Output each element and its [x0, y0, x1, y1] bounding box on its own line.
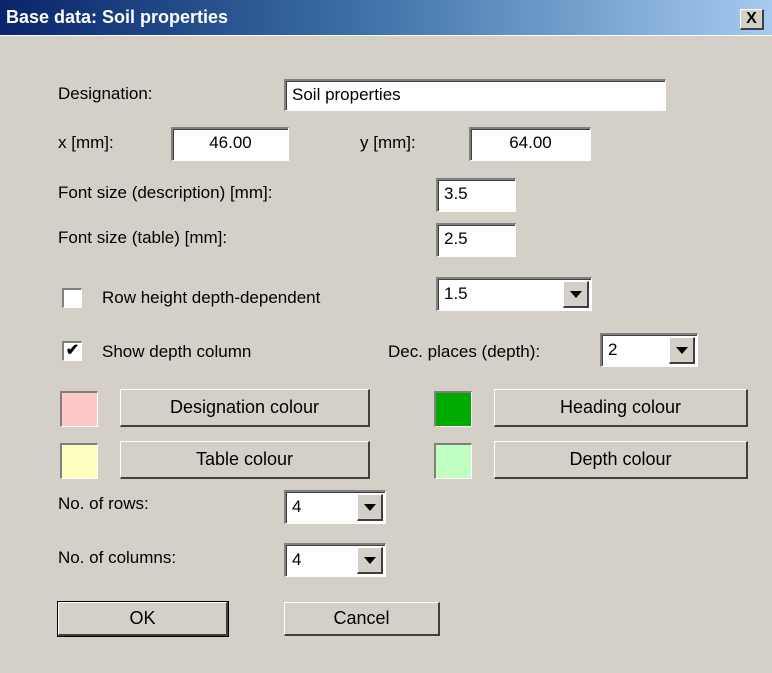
row-height-select[interactable]: 1.5	[436, 277, 592, 311]
dec-places-value: 2	[608, 340, 618, 359]
depth-colour-swatch	[434, 443, 472, 479]
font-size-description-input[interactable]: 3.5	[436, 178, 516, 212]
font-size-table-input[interactable]: 2.5	[436, 223, 516, 257]
depth-column-checkbox[interactable]: ✔	[62, 341, 82, 361]
dec-places-select[interactable]: 2	[600, 333, 698, 367]
designation-input[interactable]: Soil properties	[284, 79, 666, 111]
heading-colour-swatch	[434, 391, 472, 427]
y-input[interactable]: 64.00	[469, 127, 591, 161]
depth-column-label: Show depth column	[102, 342, 252, 361]
close-button[interactable]: X	[740, 9, 764, 30]
row-height-value: 1.5	[444, 284, 468, 303]
designation-label: Designation:	[58, 84, 153, 103]
cancel-button[interactable]: Cancel	[284, 602, 440, 636]
rows-select[interactable]: 4	[284, 490, 386, 524]
chevron-down-icon[interactable]	[357, 547, 383, 574]
x-input[interactable]: 46.00	[171, 127, 289, 161]
designation-colour-swatch	[60, 391, 98, 427]
chevron-down-icon[interactable]	[563, 281, 589, 308]
rows-value: 4	[292, 497, 302, 516]
designation-colour-button[interactable]: Designation colour	[120, 389, 370, 427]
rows-label: No. of rows:	[58, 494, 149, 513]
x-label: x [mm]:	[58, 133, 114, 152]
window-title: Base data: Soil properties	[6, 7, 229, 27]
title-bar: Base data: Soil properties X	[0, 0, 772, 36]
chevron-down-icon[interactable]	[669, 337, 695, 364]
heading-colour-button[interactable]: Heading colour	[494, 389, 748, 427]
ok-button[interactable]: OK	[57, 601, 229, 637]
columns-value: 4	[292, 550, 302, 569]
depth-colour-button[interactable]: Depth colour	[494, 441, 748, 479]
chevron-down-icon[interactable]	[357, 494, 383, 521]
table-colour-button[interactable]: Table colour	[120, 441, 370, 479]
font-size-description-label: Font size (description) [mm]:	[58, 183, 273, 202]
table-colour-swatch	[60, 443, 98, 479]
font-size-table-label: Font size (table) [mm]:	[58, 228, 228, 247]
columns-select[interactable]: 4	[284, 543, 386, 577]
y-label: y [mm]:	[360, 133, 416, 152]
columns-label: No. of columns:	[58, 548, 177, 567]
row-height-checkbox[interactable]	[62, 288, 82, 308]
dec-places-label: Dec. places (depth):	[388, 342, 541, 361]
row-height-label: Row height depth-dependent	[102, 288, 321, 307]
